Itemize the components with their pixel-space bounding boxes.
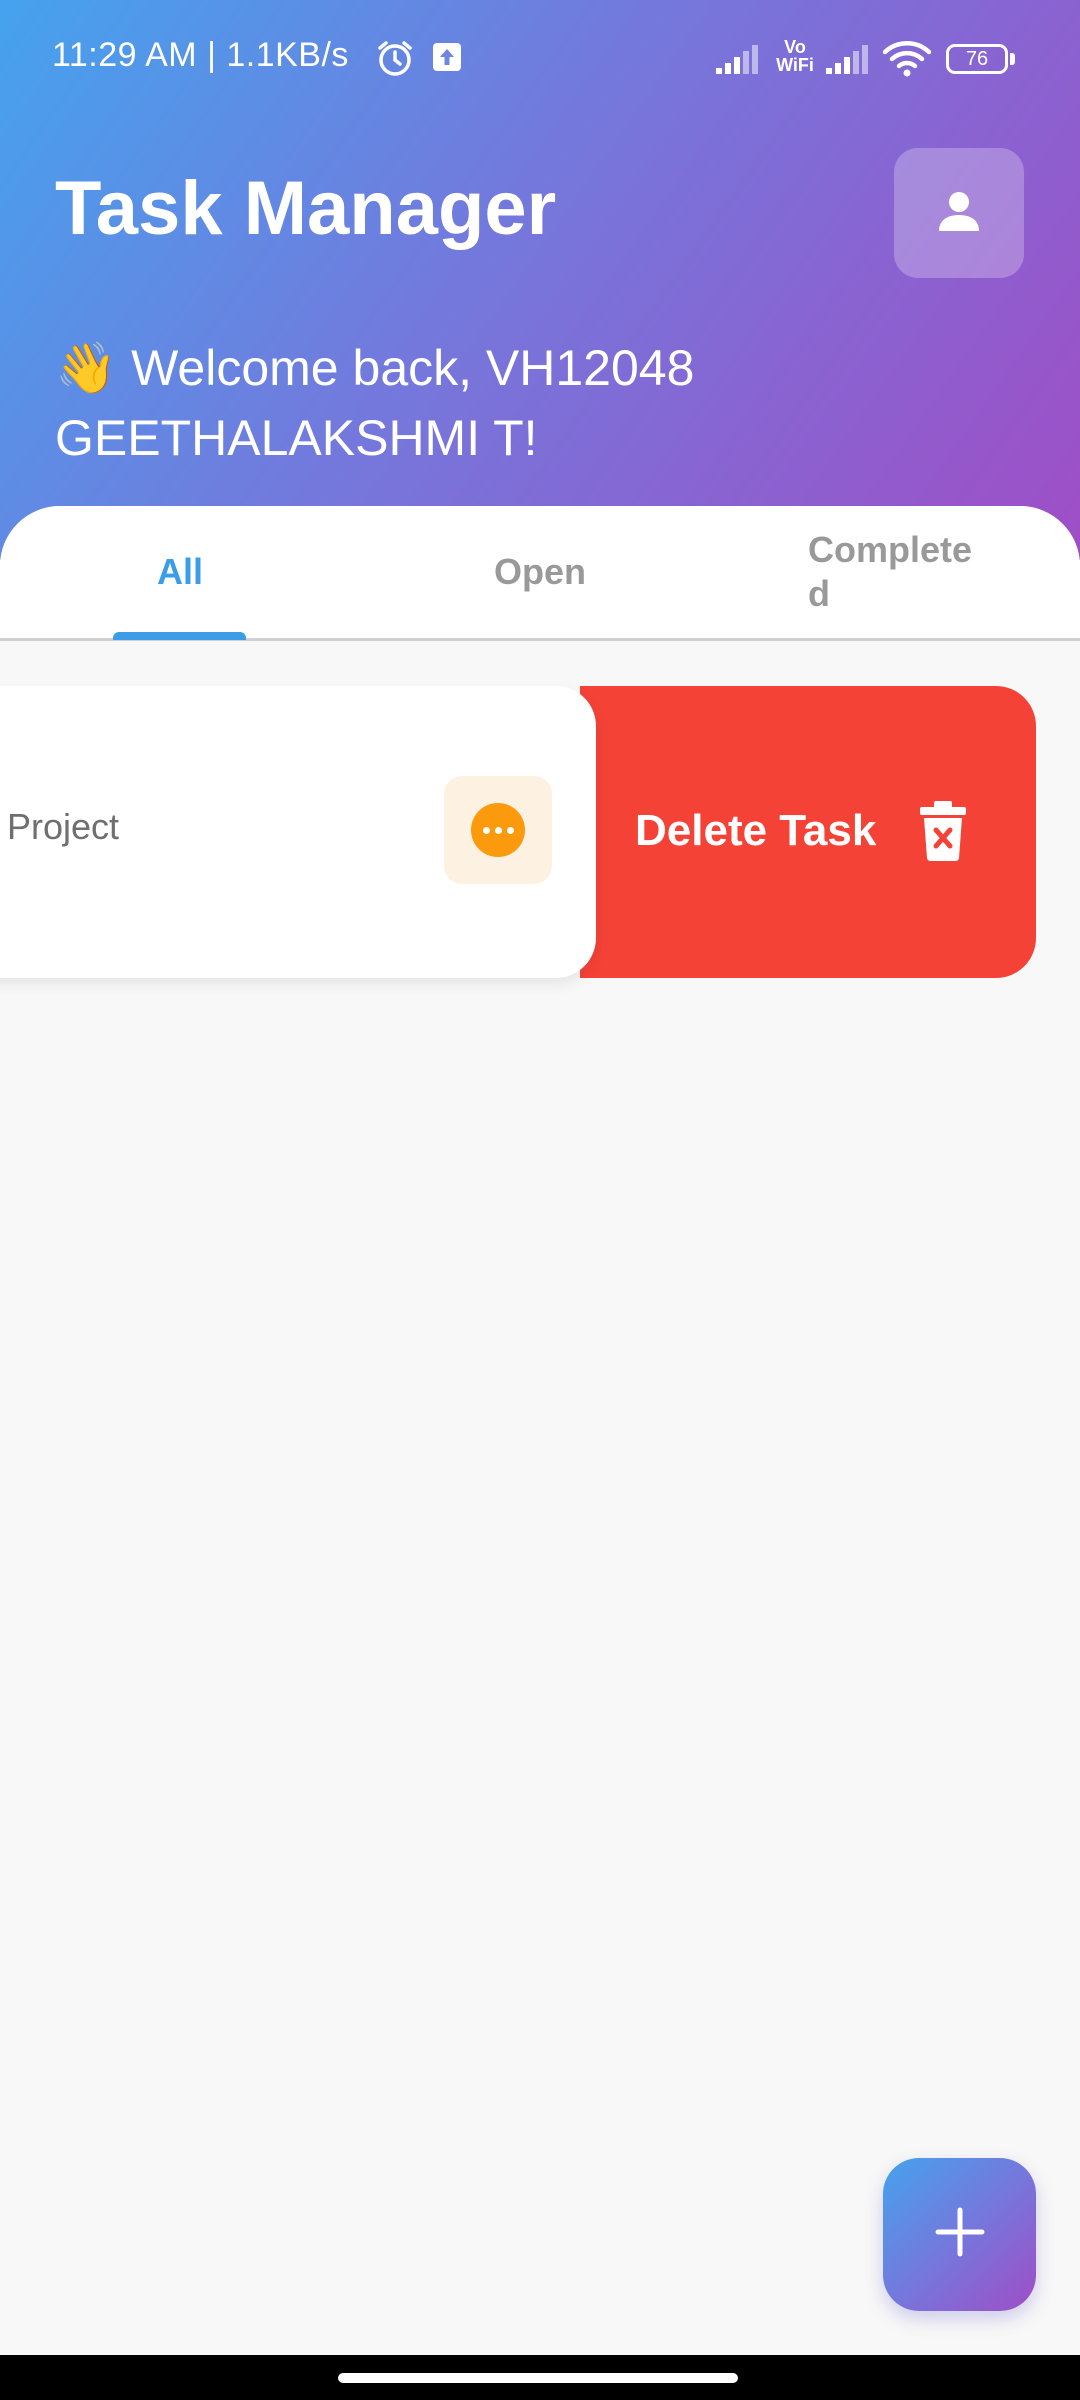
tab-all-label: All: [156, 551, 203, 592]
plus-icon: [934, 2206, 986, 2263]
header-banner: 11:29 AM | 1.1KB/s Vo WiFi 76 Task Manag…: [0, 0, 1080, 560]
battery-tip: [1010, 53, 1015, 65]
person-icon: [935, 187, 983, 240]
profile-button[interactable]: [894, 148, 1024, 278]
active-tab-indicator: [113, 632, 246, 640]
add-task-button[interactable]: [883, 2158, 1036, 2311]
home-indicator[interactable]: [338, 2373, 738, 2383]
page-title: Task Manager: [55, 166, 557, 251]
more-horiz-icon: [471, 803, 525, 857]
status-time: 11:29 AM | 1.1KB/s: [52, 36, 349, 74]
system-navigation-bar: [0, 2355, 1080, 2400]
tab-open-label: Open: [493, 551, 586, 592]
status-bar: 11:29 AM | 1.1KB/s Vo WiFi 76: [0, 0, 1080, 120]
upload-notification-icon: [432, 42, 462, 77]
tab-open[interactable]: Open: [360, 506, 720, 638]
vo-wifi-label: Vo WiFi: [776, 37, 814, 75]
task-title: Project: [7, 806, 120, 847]
task-status-button[interactable]: [444, 776, 552, 884]
task-card[interactable]: Project: [0, 686, 596, 978]
welcome-message: 👋 Welcome back, VH12048 GEETHALAKSHMI T!: [55, 340, 695, 466]
delete-task-label: Delete Task: [635, 806, 877, 855]
tab-completed-label: Completed: [808, 529, 973, 614]
wifi-icon: [882, 38, 932, 83]
tab-bar: All Open Completed: [0, 506, 1080, 641]
delete-bin-icon: [916, 800, 970, 867]
signal-strength-icon: [714, 42, 764, 81]
signal-strength-icon-2: [824, 42, 874, 81]
tab-all[interactable]: All: [0, 506, 360, 638]
alarm-icon: [375, 38, 415, 83]
task-manager-screen: 11:29 AM | 1.1KB/s Vo WiFi 76 Task Manag…: [0, 0, 1080, 2400]
tab-completed[interactable]: Completed: [720, 506, 1080, 638]
battery-indicator: 76: [946, 44, 1008, 74]
